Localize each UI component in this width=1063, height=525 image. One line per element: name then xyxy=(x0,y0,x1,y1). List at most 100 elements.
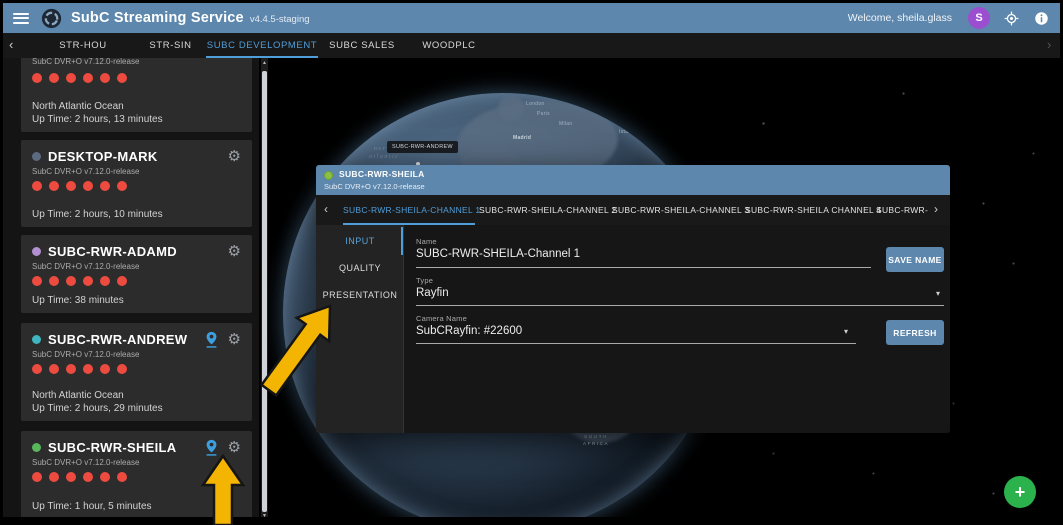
city-label-london: London xyxy=(526,101,545,107)
channel-tab-1[interactable]: SUBC-RWR-SHEILA-CHANNEL 1 xyxy=(343,195,475,225)
device-status-dot xyxy=(324,171,333,180)
device-uptime: Up Time: 2 hours, 13 minutes xyxy=(32,114,163,125)
device-status-dot xyxy=(32,335,41,344)
device-sidebar: SubC DVR+O v7.12.0-release North Atlanti… xyxy=(3,58,259,517)
dialog-title: SUBC-RWR-SHEILA xyxy=(339,169,425,179)
status-dots xyxy=(32,364,241,374)
status-dots xyxy=(32,472,241,482)
tabs-scroll-left-icon[interactable]: ‹ xyxy=(9,33,13,58)
settings-nav: INPUT QUALITY PRESENTATION xyxy=(316,225,404,433)
channel-tabs-scroll-left-icon[interactable]: ‹ xyxy=(324,195,328,225)
tab-subc-development[interactable]: SUBC DEVELOPMENT xyxy=(206,33,318,58)
status-dots xyxy=(32,276,241,286)
device-uptime: Up Time: 1 hour, 5 minutes xyxy=(32,501,152,512)
screenshot-canvas: SubC Streaming Service v4.4.5-staging We… xyxy=(0,0,1063,525)
device-name: SUBC-RWR-ADAMD xyxy=(48,244,177,259)
device-card-subc-rwr-sheila[interactable]: SUBC-RWR-SHEILA ⚙ SubC DVR+O v7.12.0-rel… xyxy=(21,431,252,517)
refresh-button[interactable]: REFRESH xyxy=(886,320,944,345)
city-label-madrid: Madrid xyxy=(513,135,531,141)
gear-icon[interactable]: ⚙ xyxy=(228,332,241,347)
dialog-subtitle: SubC DVR+O v7.12.0-release xyxy=(324,182,425,191)
nav-item-presentation[interactable]: PRESENTATION xyxy=(316,282,404,308)
type-label: Type xyxy=(416,276,433,285)
device-version: SubC DVR+O v7.12.0-release xyxy=(32,167,241,176)
gear-icon[interactable]: ⚙ xyxy=(228,244,241,259)
location-pin-icon[interactable] xyxy=(205,439,218,456)
channel-tabs-scroll-right-icon[interactable]: › xyxy=(934,195,938,225)
top-bar: SubC Streaming Service v4.4.5-staging We… xyxy=(3,3,1060,33)
workspace-tab-bar: ‹ STR-HOU STR-SIN SUBC DEVELOPMENT SUBC … xyxy=(3,33,1060,58)
device-uptime: Up Time: 2 hours, 29 minutes xyxy=(32,403,163,414)
camera-name-select[interactable]: SubCRayfin: #22600 xyxy=(416,325,522,337)
channel-tab-bar: ‹ SUBC-RWR-SHEILA-CHANNEL 1 SUBC-RWR-SHE… xyxy=(316,195,950,225)
menu-icon[interactable] xyxy=(13,13,29,24)
camera-name-label: Camera Name xyxy=(416,314,467,323)
device-uptime: Up Time: 38 minutes xyxy=(32,295,124,306)
stars-decoration xyxy=(269,58,270,59)
status-dots xyxy=(32,73,127,83)
device-settings-dialog: SUBC-RWR-SHEILA SubC DVR+O v7.12.0-relea… xyxy=(316,165,950,433)
channel-tab-2[interactable]: SUBC-RWR-SHEILA-CHANNEL 2 xyxy=(479,195,607,225)
avatar[interactable]: S xyxy=(968,7,990,29)
nav-active-indicator xyxy=(401,227,403,255)
region-label-line1: SOUTH xyxy=(583,433,609,440)
region-label-line2: AFRICA xyxy=(583,440,609,447)
device-uptime: Up Time: 2 hours, 10 minutes xyxy=(32,209,163,220)
tab-str-hou[interactable]: STR-HOU xyxy=(48,33,118,58)
location-pin-icon[interactable] xyxy=(205,331,218,348)
map-marker-label[interactable]: SUBC-RWR-ANDREW xyxy=(387,141,458,153)
status-dots xyxy=(32,181,241,191)
device-card-subc-rwr-adamd[interactable]: SUBC-RWR-ADAMD ⚙ SubC DVR+O v7.12.0-rele… xyxy=(21,235,252,313)
app-window: SubC Streaming Service v4.4.5-staging We… xyxy=(3,3,1060,517)
name-input-underline xyxy=(416,267,871,268)
city-label-istanbul: Istanbul xyxy=(619,129,639,135)
scrollbar-down-icon[interactable]: ▼ xyxy=(261,513,268,517)
device-card-desktop-mark[interactable]: DESKTOP-MARK ⚙ SubC DVR+O v7.12.0-releas… xyxy=(21,140,252,227)
app-version: v4.4.5-staging xyxy=(250,14,310,25)
gear-icon[interactable]: ⚙ xyxy=(228,149,241,164)
device-status-dot xyxy=(32,443,41,452)
name-input[interactable]: SUBC-RWR-SHEILA-Channel 1 xyxy=(416,248,580,260)
sidebar-scrollbar-thumb[interactable] xyxy=(262,71,267,512)
my-location-icon[interactable] xyxy=(1002,9,1020,27)
subc-logo-icon xyxy=(41,8,62,29)
add-button[interactable]: + xyxy=(1004,476,1036,508)
tab-subc-sales[interactable]: SUBC SALES xyxy=(321,33,403,58)
info-icon[interactable] xyxy=(1032,9,1050,27)
nav-item-input[interactable]: INPUT xyxy=(316,228,404,254)
device-status-dot xyxy=(32,152,41,161)
type-caret-down-icon[interactable]: ▾ xyxy=(936,289,940,298)
channel-tab-3[interactable]: SUBC-RWR-SHEILA-CHANNEL 3 xyxy=(612,195,740,225)
tabs-scroll-right-icon[interactable]: › xyxy=(1047,33,1051,58)
device-version: SubC DVR+O v7.12.0-release xyxy=(32,458,241,467)
gear-icon[interactable]: ⚙ xyxy=(228,440,241,455)
name-label: Name xyxy=(416,237,437,246)
device-name: SUBC-RWR-SHEILA xyxy=(48,440,176,455)
camera-caret-down-icon[interactable]: ▾ xyxy=(844,327,848,336)
device-version: SubC DVR+O v7.12.0-release xyxy=(32,262,241,271)
device-card-subc-rwr-andrew[interactable]: SUBC-RWR-ANDREW ⚙ SubC DVR+O v7.12.0-rel… xyxy=(21,323,252,421)
nav-divider xyxy=(403,225,404,433)
device-location: North Atlantic Ocean xyxy=(32,390,124,401)
save-name-button[interactable]: SAVE NAME xyxy=(886,247,944,272)
nav-item-quality[interactable]: QUALITY xyxy=(316,255,404,281)
camera-select-underline xyxy=(416,343,856,344)
device-name: DESKTOP-MARK xyxy=(48,149,158,164)
city-label-milan: Milan xyxy=(559,121,572,127)
device-location: North Atlantic Ocean xyxy=(32,101,124,112)
device-status-dot xyxy=(32,247,41,256)
app-title: SubC Streaming Service xyxy=(71,10,244,26)
channel-tab-5[interactable]: SUBC-RWR-S xyxy=(876,195,928,225)
device-version: SubC DVR+O v7.12.0-release xyxy=(32,58,139,66)
ocean-label-line2: atlantic xyxy=(369,153,399,161)
device-card-partial[interactable]: SubC DVR+O v7.12.0-release North Atlanti… xyxy=(21,58,252,132)
channel-tab-4[interactable]: SUBC-RWR-SHEILA CHANNEL 4 xyxy=(745,195,873,225)
device-name: SUBC-RWR-ANDREW xyxy=(48,332,187,347)
tab-woodplc[interactable]: WOODPLC xyxy=(413,33,485,58)
tab-str-sin[interactable]: STR-SIN xyxy=(133,33,208,58)
scrollbar-up-icon[interactable]: ▲ xyxy=(261,60,268,66)
dialog-body: INPUT QUALITY PRESENTATION Name SUBC-RWR… xyxy=(316,225,950,433)
dialog-header: SUBC-RWR-SHEILA SubC DVR+O v7.12.0-relea… xyxy=(316,165,950,195)
type-select[interactable]: Rayfin xyxy=(416,287,449,299)
device-version: SubC DVR+O v7.12.0-release xyxy=(32,350,241,359)
